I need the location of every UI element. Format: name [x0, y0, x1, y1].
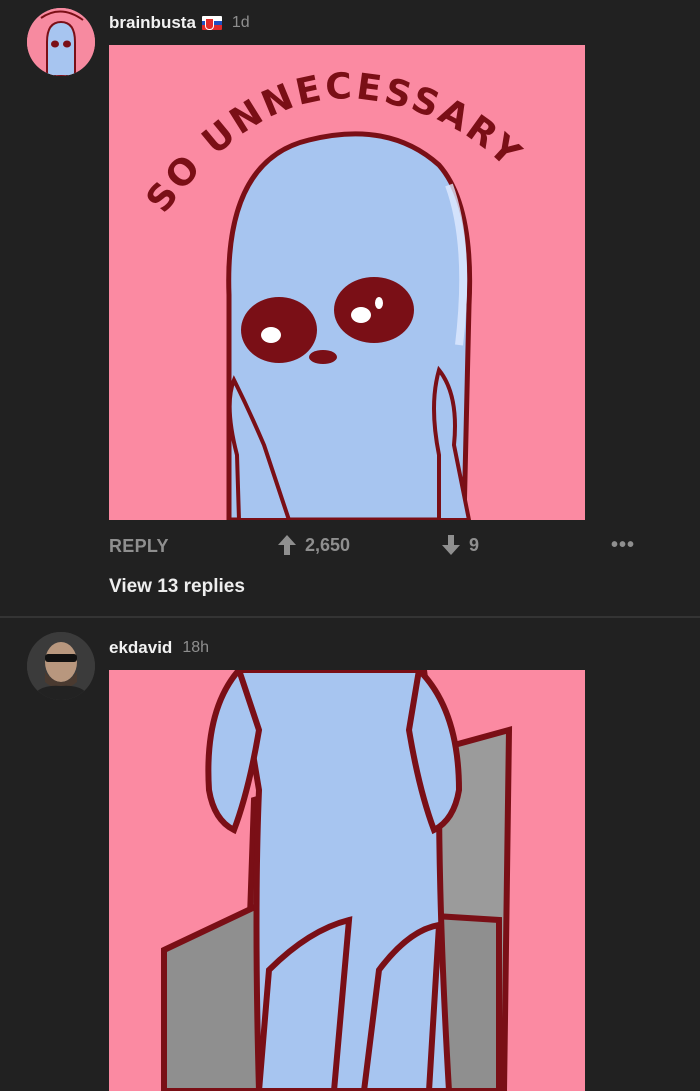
upvote-count: 2,650: [305, 534, 351, 555]
upvote-button[interactable]: 2,650: [277, 534, 350, 556]
person-avatar-icon: [27, 632, 95, 700]
comment-ekdavid: ekdavid 18h: [0, 618, 700, 1091]
comment-header: ekdavid 18h: [109, 633, 209, 663]
comment-brainbusta: brainbusta 1d SO UNNECESSARY REPLY 2,650…: [0, 0, 700, 616]
timestamp: 1d: [231, 14, 250, 31]
user-avatar[interactable]: [27, 632, 95, 700]
arrow-up-icon: [278, 535, 296, 555]
comment-header: brainbusta 1d: [109, 8, 250, 38]
comment-image[interactable]: SO UNNECESSARY: [109, 45, 585, 520]
more-options-icon[interactable]: •••: [611, 534, 635, 557]
comment-actions: REPLY 2,650 9 •••: [109, 534, 669, 560]
timestamp: 18h: [182, 639, 210, 656]
username[interactable]: brainbusta: [109, 13, 196, 33]
user-avatar[interactable]: [27, 8, 95, 76]
alien-avatar-icon: [27, 8, 95, 76]
reply-button[interactable]: REPLY: [109, 536, 169, 557]
slovakia-flag-icon: [201, 16, 222, 30]
downvote-count: 9: [469, 534, 480, 555]
comment-image[interactable]: [109, 670, 585, 1091]
alien-chair-image: [109, 670, 585, 1091]
alien-meme-image: SO UNNECESSARY: [109, 45, 585, 520]
view-replies-link[interactable]: View 13 replies: [109, 576, 245, 598]
username[interactable]: ekdavid: [109, 638, 172, 658]
downvote-button[interactable]: 9: [441, 534, 479, 556]
arrow-down-icon: [442, 535, 460, 555]
